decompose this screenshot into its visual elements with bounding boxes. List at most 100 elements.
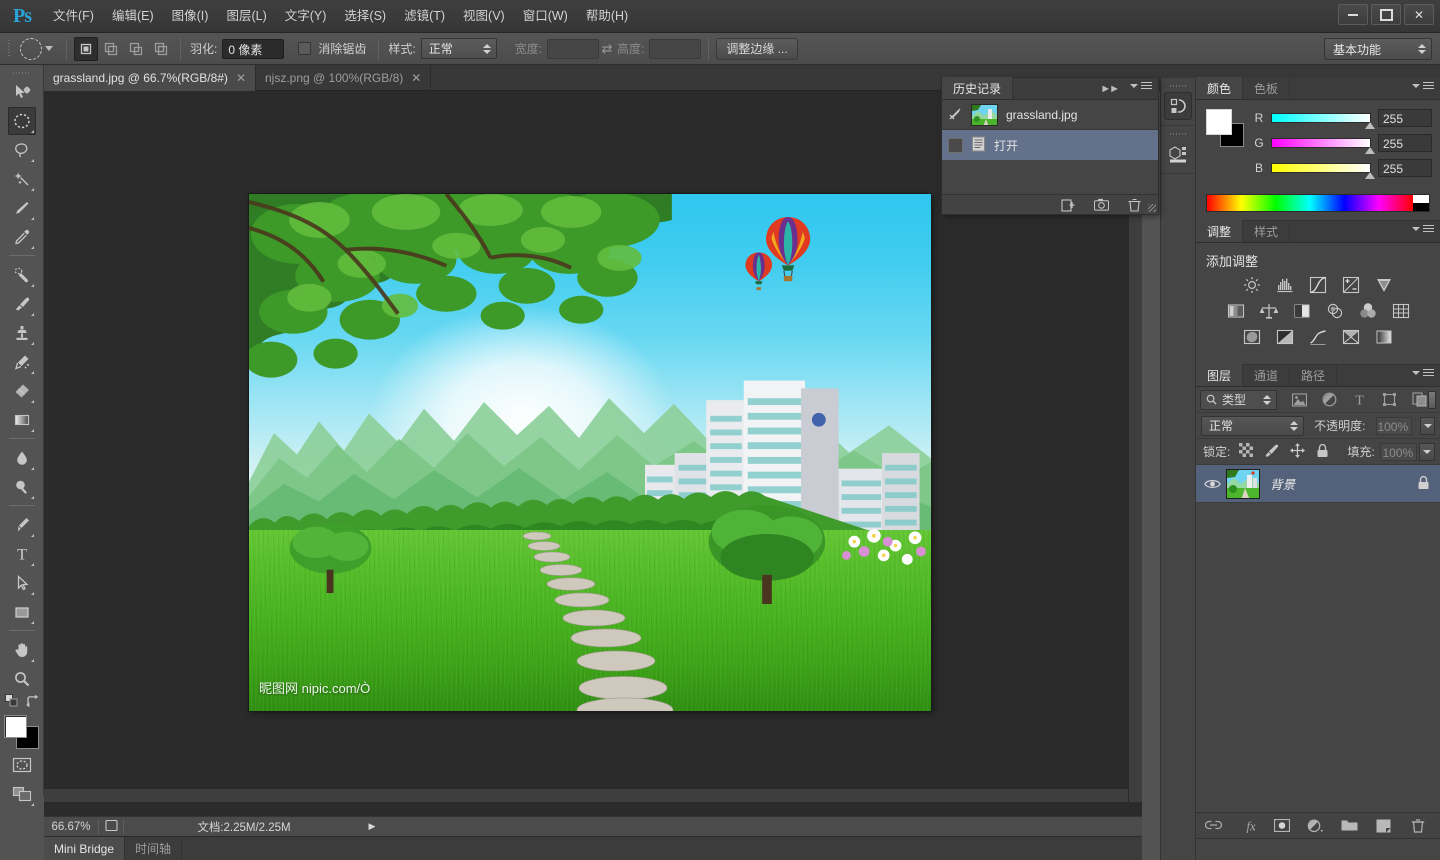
style-select[interactable]: 正常 xyxy=(420,38,497,59)
menu-file[interactable]: 文件(F) xyxy=(44,5,103,28)
pixel-layer-filter-icon[interactable] xyxy=(1291,391,1308,408)
menu-view[interactable]: 视图(V) xyxy=(454,5,514,28)
menu-edit[interactable]: 编辑(E) xyxy=(103,5,163,28)
rectangle-shape-tool[interactable] xyxy=(8,598,36,626)
document-tab-njsz[interactable]: njsz.png @ 100%(RGB/8) ✕ xyxy=(256,65,432,91)
document-canvas[interactable]: 昵图网 nipic.com/Ò xyxy=(249,194,931,711)
type-layer-filter-icon[interactable]: T xyxy=(1351,391,1368,408)
document-profile-icon[interactable] xyxy=(99,819,123,835)
zoom-level[interactable]: 66.67% xyxy=(44,821,98,833)
tab-paths[interactable]: 路径 xyxy=(1290,364,1338,386)
green-slider[interactable] xyxy=(1271,138,1375,154)
brush-tool[interactable] xyxy=(8,290,36,318)
panel-menu-button[interactable] xyxy=(1412,225,1434,232)
exposure-icon[interactable] xyxy=(1342,276,1361,293)
dodge-tool[interactable] xyxy=(8,473,36,501)
tab-channels[interactable]: 通道 xyxy=(1243,364,1291,386)
foreground-color-swatch[interactable] xyxy=(1206,109,1232,135)
maximize-button[interactable] xyxy=(1371,4,1401,25)
screen-mode-button[interactable] xyxy=(8,780,36,808)
close-icon[interactable]: ✕ xyxy=(411,72,421,84)
color-spectrum-ramp[interactable] xyxy=(1206,194,1430,212)
close-icon[interactable]: ✕ xyxy=(236,72,246,84)
history-brush-toggle[interactable] xyxy=(948,137,963,153)
height-input[interactable] xyxy=(649,38,702,59)
brightness-contrast-icon[interactable] xyxy=(1243,276,1262,293)
invert-icon[interactable] xyxy=(1243,328,1262,345)
layer-visibility-icon[interactable] xyxy=(1198,478,1226,490)
tab-mini-bridge[interactable]: Mini Bridge xyxy=(44,836,126,860)
panel-menu-button[interactable] xyxy=(1130,82,1152,89)
tab-history[interactable]: 历史记录 xyxy=(942,77,1014,99)
status-expand-arrow[interactable]: ▶ xyxy=(364,821,380,832)
antialias-checkbox[interactable] xyxy=(298,42,312,55)
menu-select[interactable]: 选择(S) xyxy=(335,5,395,28)
foreground-color-swatch[interactable] xyxy=(3,715,27,738)
layer-style-fx-icon[interactable]: fx xyxy=(1239,817,1256,834)
adjustment-layer-filter-icon[interactable] xyxy=(1321,391,1338,408)
crop-tool[interactable] xyxy=(8,194,36,222)
color-balance-icon[interactable] xyxy=(1259,302,1278,319)
color-lookup-icon[interactable] xyxy=(1391,302,1410,319)
fill-value[interactable]: 100% xyxy=(1379,442,1418,461)
intersect-selection-button[interactable] xyxy=(149,37,173,61)
history-brush-source-icon[interactable] xyxy=(948,106,963,124)
quick-mask-button[interactable] xyxy=(8,751,36,779)
document-tab-grassland[interactable]: grassland.jpg @ 66.7%(RGB/8#) ✕ xyxy=(44,65,256,91)
history-brush-tool[interactable] xyxy=(8,348,36,376)
layer-filter-type-select[interactable]: 类型 xyxy=(1200,389,1278,410)
tab-timeline[interactable]: 时间轴 xyxy=(125,836,183,860)
tools-panel-grip[interactable] xyxy=(0,68,43,78)
lock-position-icon[interactable] xyxy=(1290,442,1306,461)
elliptical-marquee-tool[interactable] xyxy=(7,107,36,135)
levels-icon[interactable] xyxy=(1276,276,1295,293)
new-layer-icon[interactable] xyxy=(1375,817,1392,834)
shape-layer-filter-icon[interactable] xyxy=(1381,391,1398,408)
lock-transparency-icon[interactable] xyxy=(1239,443,1254,460)
dock-grip[interactable] xyxy=(1161,81,1195,90)
lock-image-icon[interactable] xyxy=(1264,443,1279,461)
opacity-slider-toggle[interactable] xyxy=(1420,416,1435,435)
lasso-tool[interactable] xyxy=(8,136,36,164)
clone-stamp-tool[interactable] xyxy=(8,319,36,347)
delete-state-icon[interactable] xyxy=(1127,197,1142,212)
spot-healing-tool[interactable] xyxy=(8,261,36,289)
tool-preset-picker[interactable] xyxy=(14,37,59,60)
green-value[interactable]: 255 xyxy=(1378,134,1432,152)
panel-resize-grip[interactable] xyxy=(1148,204,1156,212)
blue-value[interactable]: 255 xyxy=(1378,159,1432,177)
options-bar-grip[interactable] xyxy=(4,38,14,60)
gradient-tool[interactable] xyxy=(8,406,36,434)
gradient-map-icon[interactable] xyxy=(1342,328,1361,345)
history-dock-icon[interactable] xyxy=(1164,92,1192,120)
hue-saturation-icon[interactable] xyxy=(1226,302,1245,319)
menu-layer[interactable]: 图层(L) xyxy=(217,5,275,28)
delete-layer-icon[interactable] xyxy=(1409,817,1426,834)
posterize-icon[interactable] xyxy=(1276,328,1295,345)
default-colors-icon[interactable] xyxy=(4,694,19,711)
minimize-button[interactable] xyxy=(1338,4,1368,25)
thresh-icon[interactable] xyxy=(1309,328,1328,345)
mini-bridge-dock-icon[interactable] xyxy=(1164,140,1192,168)
move-tool[interactable] xyxy=(8,78,36,106)
path-selection-tool[interactable] xyxy=(8,569,36,597)
blur-tool[interactable] xyxy=(8,444,36,472)
photo-filter-icon[interactable] xyxy=(1325,302,1344,319)
subtract-from-selection-button[interactable] xyxy=(124,37,148,61)
history-state-row[interactable]: 打开 xyxy=(942,130,1158,160)
panel-menu-button[interactable] xyxy=(1412,82,1434,89)
tab-layers[interactable]: 图层 xyxy=(1196,364,1244,386)
new-adjustment-layer-icon[interactable] xyxy=(1307,817,1324,834)
width-input[interactable] xyxy=(547,38,600,59)
menu-window[interactable]: 窗口(W) xyxy=(514,5,577,28)
swap-colors-icon[interactable] xyxy=(25,694,39,711)
menu-help[interactable]: 帮助(H) xyxy=(577,5,637,28)
eraser-tool[interactable] xyxy=(8,377,36,405)
canvas-horizontal-scrollbar[interactable] xyxy=(44,788,1128,802)
link-layers-icon[interactable] xyxy=(1205,817,1222,834)
add-mask-icon[interactable] xyxy=(1273,817,1290,834)
new-selection-button[interactable] xyxy=(74,36,98,61)
pen-tool[interactable] xyxy=(8,511,36,539)
history-snapshot-row[interactable]: grassland.jpg xyxy=(942,100,1158,130)
menu-image[interactable]: 图像(I) xyxy=(163,5,218,28)
